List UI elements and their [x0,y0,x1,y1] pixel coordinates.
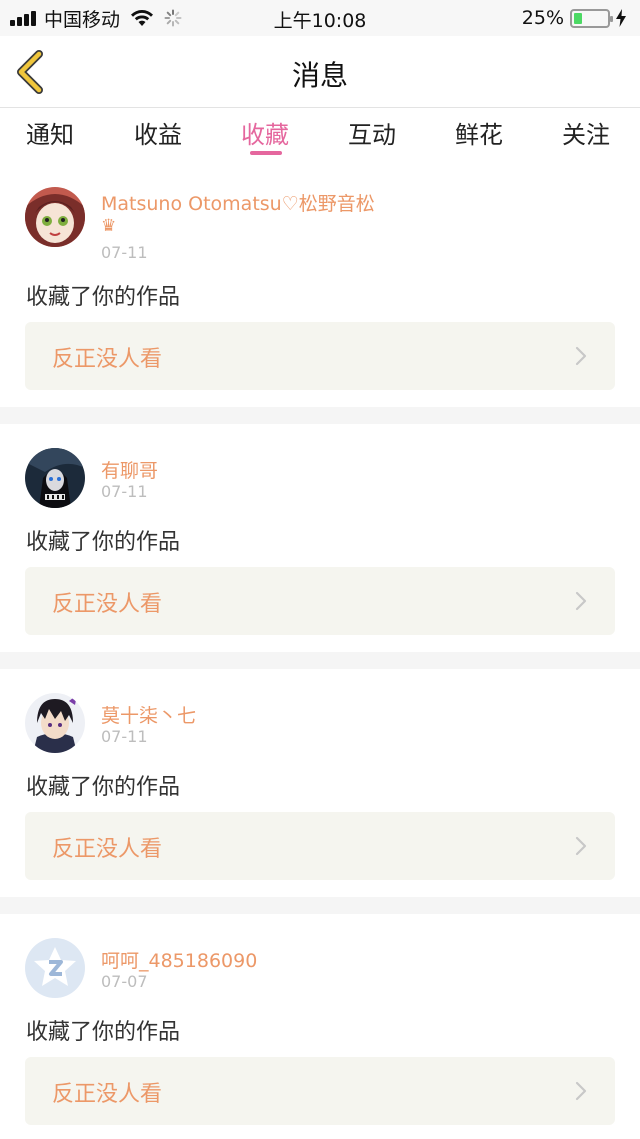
chevron-right-icon [575,1081,587,1101]
crown-icon: ♛ [101,216,117,236]
chevron-right-icon [575,836,587,856]
action-text: 收藏了你的作品 [26,1020,181,1045]
tab-flowers[interactable]: 鲜花 [455,115,503,150]
tab-bar: 通知 收益 收藏 互动 鲜花 关注 [0,109,640,165]
status-bar: 中国移动 上午10:08 25% [0,0,640,36]
avatar[interactable] [25,938,85,998]
username[interactable]: Matsuno Otomatsu♡松野音松 [101,189,375,216]
message-card: 有聊哥 07-11 收藏了你的作品 反正没人看 [0,424,640,652]
work-link[interactable]: 反正没人看 [25,322,615,390]
charging-bolt-icon [616,9,626,27]
battery-percent: 25% [521,7,564,29]
message-card: Matsuno Otomatsu♡松野音松 ♛ 07-11 收藏了你的作品 反正… [0,165,640,407]
action-text: 收藏了你的作品 [26,775,181,800]
tab-earnings[interactable]: 收益 [134,115,182,150]
navigation-bar: 消息 [0,36,640,108]
username[interactable]: 莫十柒丶七 [101,701,196,728]
card-divider [0,897,640,914]
message-date: 07-11 [101,482,148,501]
anime-girl-avatar [25,187,85,247]
chevron-right-icon [575,591,587,611]
avatar[interactable] [25,693,85,753]
page-title: 消息 [291,59,348,92]
message-date: 07-07 [101,972,148,991]
work-title: 反正没人看 [52,1082,163,1107]
tab-favorites[interactable]: 收藏 [241,115,289,150]
message-date: 07-11 [101,727,148,746]
dark-character-avatar [25,448,85,508]
chevron-right-icon [575,346,587,366]
tab-interactions[interactable]: 互动 [348,115,396,150]
work-link[interactable]: 反正没人看 [25,812,615,880]
default-qq-avatar [25,938,85,998]
work-title: 反正没人看 [52,592,163,617]
tab-notifications[interactable]: 通知 [26,115,74,150]
active-tab-indicator [250,151,282,155]
message-card: 呵呵_485186090 07-07 收藏了你的作品 反正没人看 [0,914,640,1139]
tab-follows[interactable]: 关注 [562,115,610,150]
battery-level [574,12,582,24]
work-title: 反正没人看 [52,837,163,862]
work-link[interactable]: 反正没人看 [25,1057,615,1125]
card-divider [0,407,640,424]
username[interactable]: 有聊哥 [101,456,158,483]
avatar[interactable] [25,448,85,508]
avatar[interactable] [25,187,85,247]
card-divider [0,652,640,669]
anime-boy-avatar [25,693,85,753]
action-text: 收藏了你的作品 [26,530,181,555]
work-link[interactable]: 反正没人看 [25,567,615,635]
message-card: 莫十柒丶七 07-11 收藏了你的作品 反正没人看 [0,669,640,897]
battery-icon [570,8,613,28]
message-date: 07-11 [101,243,148,262]
action-text: 收藏了你的作品 [26,285,181,310]
work-title: 反正没人看 [52,347,163,372]
username[interactable]: 呵呵_485186090 [101,946,257,973]
